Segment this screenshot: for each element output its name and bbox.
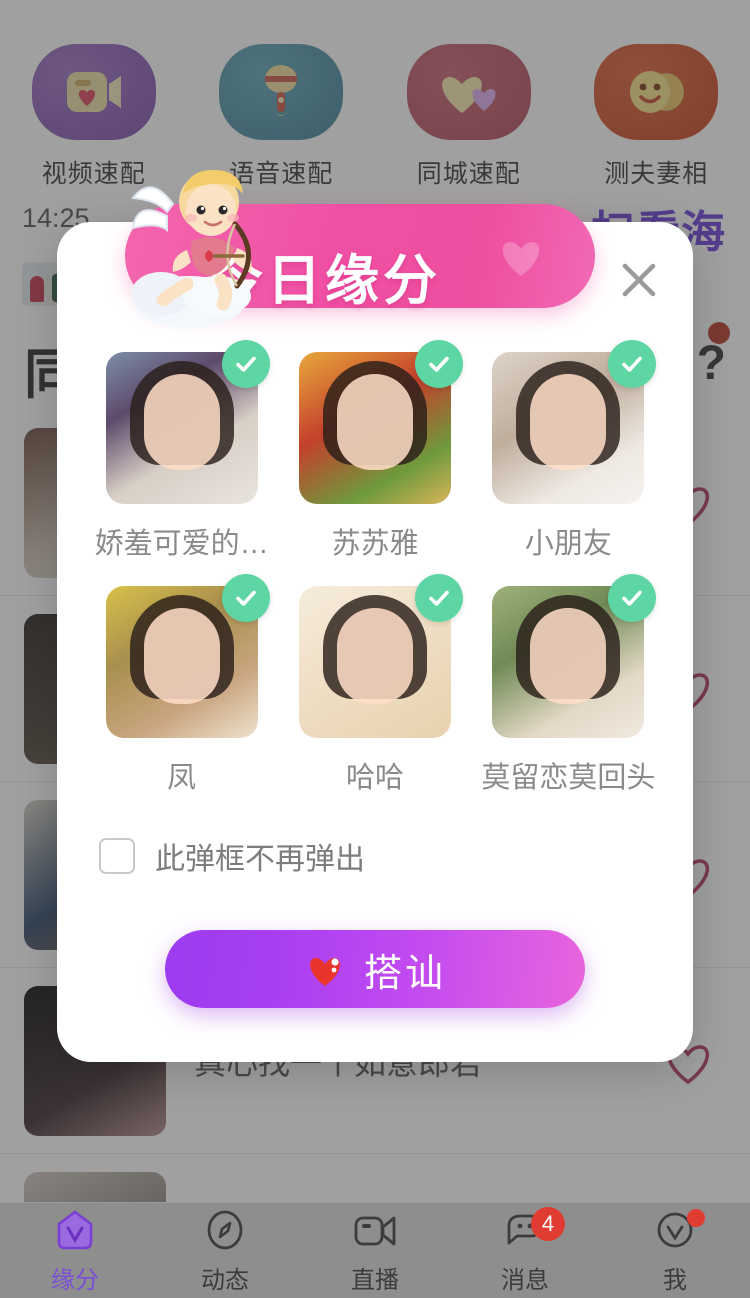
message-badge: 4 — [531, 1207, 565, 1241]
daily-match-dialog: 今日缘分 娇羞可爱的… 苏苏雅 小朋友 凤 哈哈 莫留恋莫回头 此弹框不再弹出 … — [57, 170, 693, 1062]
tab-xiaoxi[interactable]: 4 消息 — [450, 1203, 600, 1298]
tab-label: 动态 — [201, 1266, 249, 1294]
heart-icon — [310, 958, 340, 986]
sparkle-heart-icon — [502, 242, 540, 276]
match-card-name: 小朋友 — [524, 528, 612, 560]
photo-face — [530, 373, 607, 470]
tab-yuanfen[interactable]: 缘分 — [0, 1203, 150, 1298]
photo-face — [336, 373, 413, 470]
photo-wrap — [492, 340, 657, 504]
photo-wrap — [105, 340, 270, 504]
profile-notification-dot — [687, 1209, 705, 1227]
match-card[interactable]: 小朋友 — [472, 340, 665, 562]
photo-face — [143, 373, 220, 470]
tab-label: 直播 — [351, 1266, 399, 1294]
match-grid: 娇羞可爱的… 苏苏雅 小朋友 凤 哈哈 莫留恋莫回头 — [57, 340, 693, 796]
match-card-name: 苏苏雅 — [331, 528, 419, 560]
match-card-name: 哈哈 — [345, 762, 404, 794]
tab-label: 我 — [663, 1266, 687, 1294]
photo-face — [143, 607, 220, 704]
close-icon — [622, 263, 656, 297]
greet-button[interactable]: 搭讪 — [165, 930, 585, 1008]
video-camera-icon — [352, 1207, 398, 1253]
photo-wrap — [298, 574, 463, 738]
dont-show-again-checkbox[interactable] — [99, 838, 135, 874]
check-circle-icon[interactable] — [221, 574, 270, 622]
check-circle-icon[interactable] — [608, 574, 657, 622]
check-circle-icon[interactable] — [414, 574, 463, 622]
greet-button-label: 搭讪 — [363, 952, 446, 995]
tab-dongtai[interactable]: 动态 — [150, 1203, 300, 1298]
dont-show-again-label: 此弹框不再弹出 — [155, 843, 365, 876]
compass-icon — [202, 1207, 248, 1253]
dont-show-again-row[interactable]: 此弹框不再弹出 — [99, 834, 365, 878]
match-card[interactable]: 凤 — [85, 574, 278, 796]
tab-zhibo[interactable]: 直播 — [300, 1203, 450, 1298]
photo-wrap — [105, 574, 270, 738]
match-card-name: 凤 — [167, 762, 197, 794]
home-heart-icon — [52, 1207, 98, 1253]
cupid-illustration — [131, 170, 252, 328]
tab-wo[interactable]: 我 — [600, 1203, 750, 1298]
photo-wrap — [492, 574, 657, 738]
match-card-name: 莫留恋莫回头 — [481, 762, 656, 794]
check-circle-icon[interactable] — [608, 340, 657, 388]
tab-label: 缘分 — [51, 1266, 99, 1294]
photo-face — [530, 607, 607, 704]
match-card[interactable]: 哈哈 — [278, 574, 471, 796]
match-card[interactable]: 苏苏雅 — [278, 340, 471, 562]
match-card[interactable]: 莫留恋莫回头 — [472, 574, 665, 796]
close-button[interactable] — [611, 252, 667, 308]
match-card-name: 娇羞可爱的… — [94, 528, 269, 560]
photo-wrap — [298, 340, 463, 504]
check-circle-icon[interactable] — [221, 340, 270, 388]
tab-label: 消息 — [501, 1266, 549, 1294]
dialog-panel: 今日缘分 娇羞可爱的… 苏苏雅 小朋友 凤 哈哈 莫留恋莫回头 此弹框不再弹出 … — [57, 170, 693, 1062]
bottom-tab-bar: 缘分 动态 直播 4 消息 我 — [0, 1202, 750, 1298]
photo-face — [336, 607, 413, 704]
match-card[interactable]: 娇羞可爱的… — [85, 340, 278, 562]
app-root: 视频速配 语音速配 同城速配 测夫妻相 14:25 同 ? 真心找一个如意郎君 … — [0, 0, 750, 1298]
check-circle-icon[interactable] — [414, 340, 463, 388]
